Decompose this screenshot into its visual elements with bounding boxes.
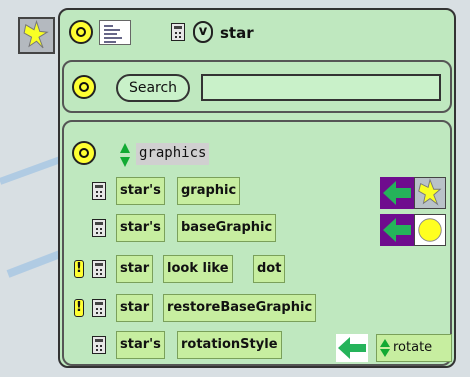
viewer-title: star (220, 24, 254, 42)
tile-star[interactable]: star (116, 255, 154, 283)
thumb-line (104, 25, 113, 27)
rotation-style-selector[interactable]: rotate (376, 334, 452, 362)
search-panel: Search (62, 60, 452, 113)
tile-rotation-style[interactable]: rotationStyle (177, 331, 282, 359)
assign-arrow-button[interactable] (336, 334, 368, 362)
morphic-world: v star Search graphics star's graphic st… (0, 0, 470, 377)
category-menu-button[interactable] (72, 141, 96, 165)
tile-star[interactable]: star (116, 294, 154, 322)
graphic-row: star's graphic (74, 177, 446, 209)
viewer-window: v star Search graphics star's graphic st… (58, 8, 456, 368)
star-icon (418, 178, 442, 206)
menu-dot-icon (79, 148, 89, 158)
thumb-line (104, 41, 116, 43)
left-arrow-icon (338, 337, 366, 359)
tile-look-like[interactable]: look like (163, 255, 233, 283)
restore-base-graphic-row: ! star restoreBaseGraphic (74, 294, 446, 322)
assign-arrow-button[interactable] (380, 177, 414, 209)
calculator-icon[interactable] (92, 336, 106, 354)
calculator-icon[interactable] (92, 182, 106, 200)
calculator-icon[interactable] (171, 23, 185, 41)
menu-dot-icon (79, 82, 89, 92)
dropdown-label: v (198, 24, 208, 39)
search-input[interactable] (201, 74, 441, 101)
thumb-line (104, 37, 122, 39)
left-arrow-icon (383, 181, 411, 205)
tile-restore-base-graphic[interactable]: restoreBaseGraphic (163, 294, 317, 322)
thumb-line (104, 29, 120, 31)
calculator-icon[interactable] (92, 260, 106, 278)
warning-icon[interactable]: ! (74, 260, 84, 278)
viewer-dropdown-button[interactable]: v (193, 21, 213, 43)
menu-dot-icon (76, 27, 86, 37)
search-menu-button[interactable] (72, 75, 96, 99)
assign-arrow-button[interactable] (380, 214, 414, 246)
look-like-row: ! star look like dot (74, 255, 446, 283)
tile-graphic[interactable]: graphic (177, 177, 241, 205)
graphics-category-panel: graphics star's graphic star's baseGraph… (62, 120, 452, 366)
graphic-value-preview[interactable] (414, 177, 446, 209)
increase-arrow-icon[interactable] (380, 339, 390, 347)
calculator-icon[interactable] (92, 219, 106, 237)
category-switcher-icon[interactable] (120, 142, 130, 168)
viewer-menu-button[interactable] (69, 20, 93, 44)
base-graphic-row: star's baseGraphic (74, 214, 446, 246)
thumb-line (104, 33, 117, 35)
warning-icon[interactable]: ! (74, 299, 84, 317)
search-button[interactable]: Search (116, 74, 190, 102)
scripts-thumbnail[interactable] (99, 20, 131, 45)
star-thumbnail[interactable] (18, 17, 55, 54)
rotation-style-value: rotate (393, 340, 433, 355)
yellow-dot-icon (418, 218, 442, 242)
calculator-icon[interactable] (92, 299, 106, 317)
rotation-style-row: star's rotationStyle rotate (74, 331, 452, 362)
decrease-arrow-icon[interactable] (380, 349, 390, 357)
tile-stars[interactable]: star's (116, 177, 165, 205)
tile-stars[interactable]: star's (116, 331, 165, 359)
star-icon (23, 19, 49, 49)
left-arrow-icon (383, 218, 411, 242)
tile-stars[interactable]: star's (116, 214, 165, 242)
base-graphic-value-preview[interactable] (414, 214, 446, 246)
tile-dot[interactable]: dot (253, 255, 286, 283)
tile-base-graphic[interactable]: baseGraphic (177, 214, 277, 242)
category-name[interactable]: graphics (136, 143, 210, 165)
